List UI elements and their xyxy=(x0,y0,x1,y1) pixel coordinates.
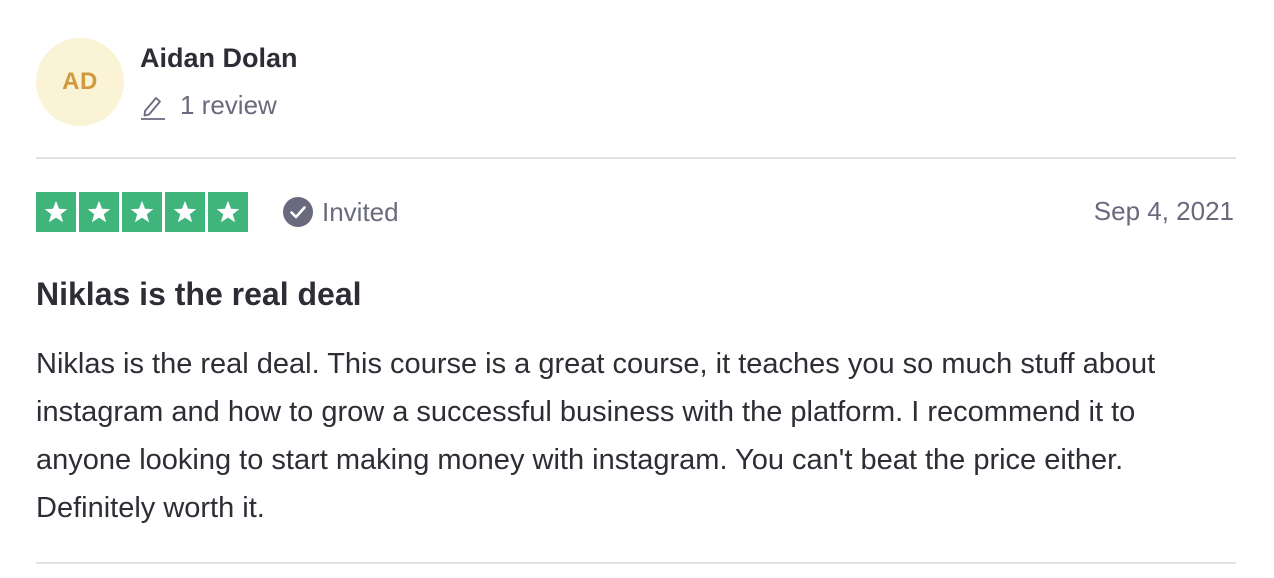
review-title[interactable]: Niklas is the real deal xyxy=(36,276,362,313)
star-icon xyxy=(122,192,162,232)
avatar[interactable]: AD xyxy=(36,38,124,126)
avatar-initials: AD xyxy=(62,68,98,95)
review-date: Sep 4, 2021 xyxy=(1093,196,1234,226)
star-icon xyxy=(79,192,119,232)
star-icon xyxy=(165,192,205,232)
rating-row: Invited Sep 4, 2021 xyxy=(36,192,1236,232)
consumer-name[interactable]: Aidan Dolan xyxy=(140,42,298,74)
star-rating xyxy=(36,192,248,232)
review-count: 1 review xyxy=(140,90,298,121)
review-card: AD Aidan Dolan 1 review Invited Sep 4, 2… xyxy=(36,0,1236,578)
star-icon xyxy=(36,192,76,232)
invited-badge[interactable]: Invited xyxy=(282,196,399,228)
consumer-details: Aidan Dolan 1 review xyxy=(140,38,298,121)
invited-label: Invited xyxy=(322,196,399,227)
review-count-label: 1 review xyxy=(180,90,277,120)
review-body: Niklas is the real deal. This course is … xyxy=(36,348,1156,524)
pencil-icon xyxy=(140,92,166,120)
star-icon xyxy=(208,192,248,232)
divider xyxy=(36,562,1236,564)
consumer-info[interactable]: AD Aidan Dolan 1 review xyxy=(36,38,298,128)
check-circle-icon xyxy=(282,196,314,228)
divider xyxy=(36,157,1236,159)
